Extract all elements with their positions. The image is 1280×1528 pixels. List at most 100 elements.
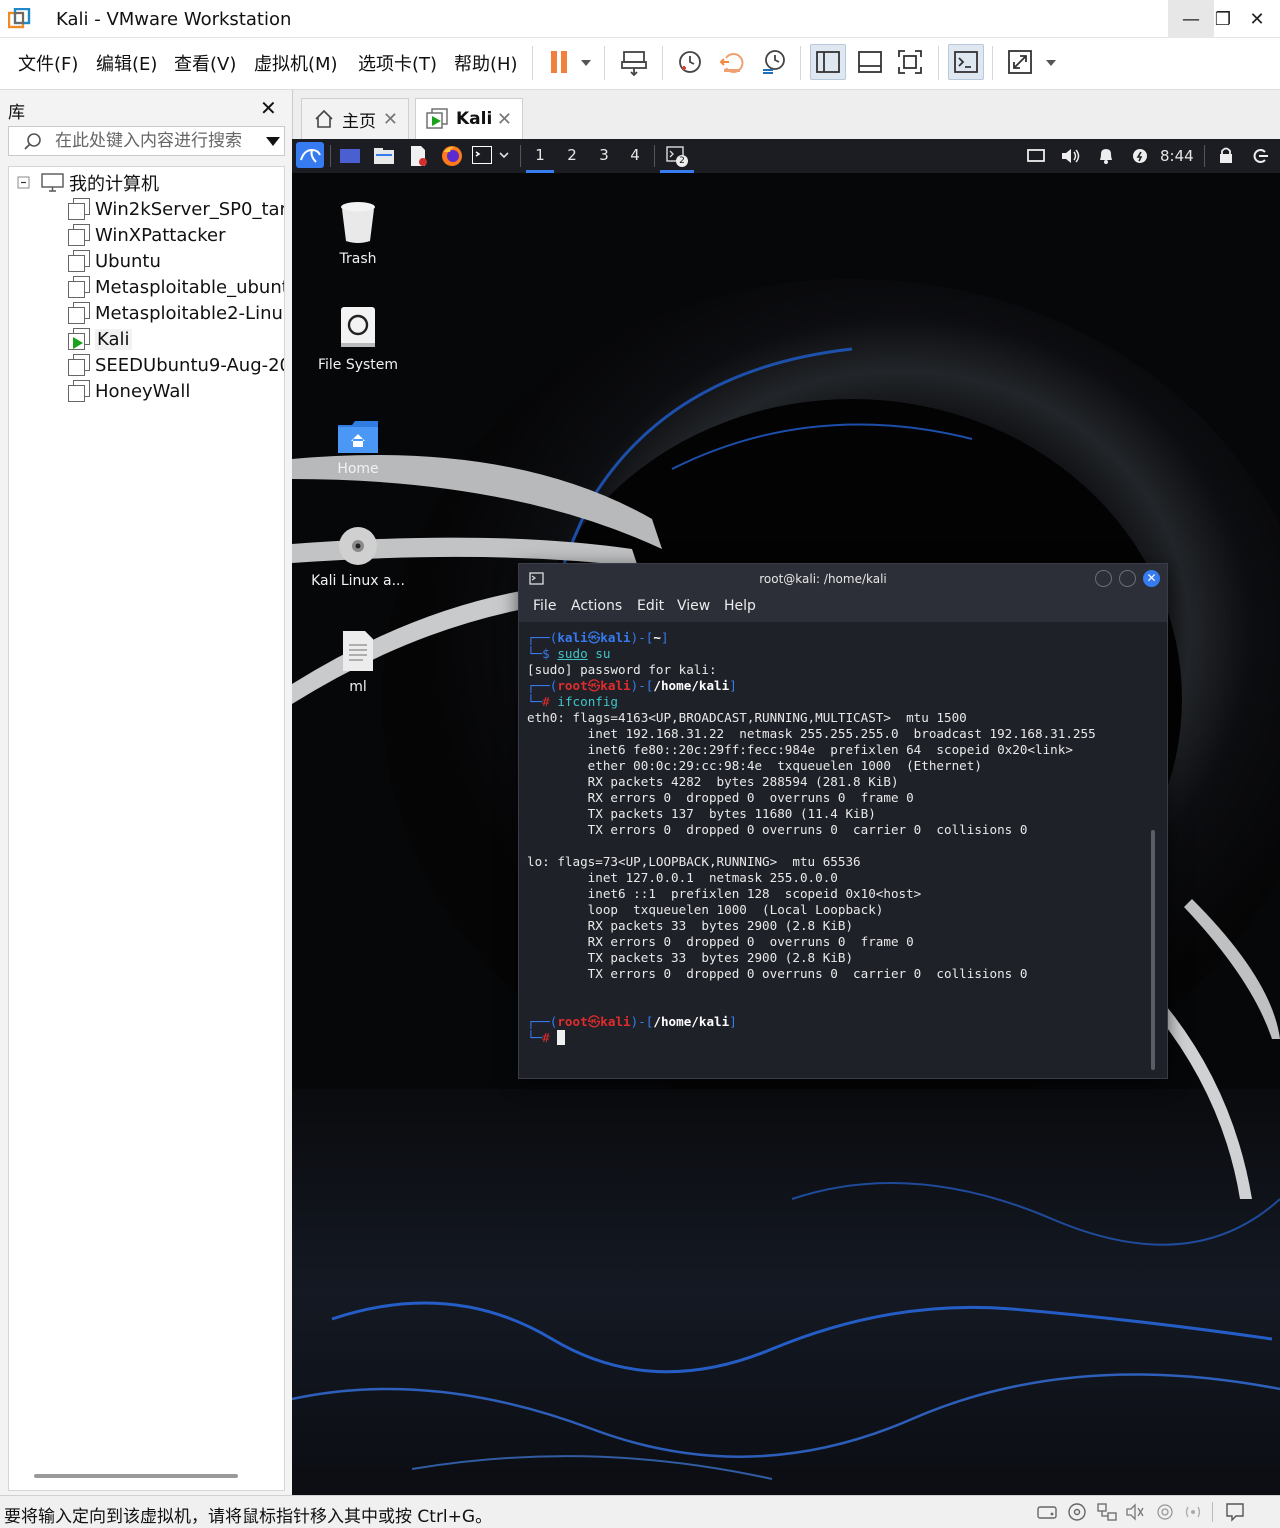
command: sudo xyxy=(557,646,588,661)
taskbar-terminal-button[interactable]: 2 xyxy=(660,143,694,173)
vm-label: Win2kServer_SP0_targ xyxy=(95,198,285,220)
library-close-button[interactable]: ✕ xyxy=(260,96,277,120)
desktop-icon-trash[interactable]: Trash xyxy=(303,199,413,267)
file-manager-icon[interactable] xyxy=(372,144,396,168)
vm-item-running[interactable]: Kali xyxy=(67,327,132,351)
chevron-down-icon[interactable] xyxy=(265,135,281,147)
kali-menu-icon[interactable] xyxy=(296,142,324,168)
terminal-launcher-icon[interactable] xyxy=(470,144,514,168)
output-line: TX packets 33 bytes 2900 (2.8 KiB) xyxy=(527,950,854,965)
text-file-icon xyxy=(343,631,373,671)
terminal-menu-actions[interactable]: Actions xyxy=(571,598,622,614)
desktop-icon-filesystem[interactable]: File System xyxy=(303,305,413,373)
horizontal-scrollbar[interactable] xyxy=(34,1474,238,1478)
power-manager-icon[interactable] xyxy=(1130,144,1150,168)
tree-root-my-computer[interactable]: 我的计算机 xyxy=(17,171,159,195)
vm-item[interactable]: Metasploitable_ubunt xyxy=(67,275,285,299)
tab-home[interactable]: 主页 ✕ xyxy=(301,98,409,139)
vm-item[interactable]: Metasploitable2-Linu xyxy=(67,301,283,325)
input-line[interactable]: └─# xyxy=(527,1030,566,1046)
terminal-maximize-button[interactable] xyxy=(1119,570,1136,587)
vm-item[interactable]: SEEDUbuntu9-Aug-20 xyxy=(67,353,284,377)
thumbnail-layout-icon xyxy=(858,51,882,73)
close-button[interactable]: ✕ xyxy=(1234,0,1280,38)
workspace-4[interactable]: 4 xyxy=(621,145,649,173)
message-log-icon[interactable] xyxy=(1224,1502,1246,1522)
terminal-menu-edit[interactable]: Edit xyxy=(637,598,664,614)
network-adapter-icon[interactable] xyxy=(1096,1502,1118,1522)
notifications-bell-icon[interactable] xyxy=(1096,144,1116,168)
display-icon[interactable] xyxy=(1026,144,1046,168)
snapshot-manager-button[interactable] xyxy=(756,44,792,80)
terminal-minimize-button[interactable] xyxy=(1095,570,1112,587)
terminal-scrollbar[interactable] xyxy=(1151,830,1155,1070)
toolbar-separator xyxy=(992,46,993,80)
menu-tabs[interactable]: 选项卡(T) xyxy=(358,50,437,76)
vm-icon xyxy=(67,250,90,272)
menu-help[interactable]: 帮助(H) xyxy=(454,50,518,76)
search-input[interactable] xyxy=(55,129,265,153)
cd-dvd-icon[interactable] xyxy=(1066,1502,1088,1522)
toolbar-separator xyxy=(800,46,801,80)
logout-icon[interactable] xyxy=(1250,144,1270,168)
terminal-close-button[interactable]: ✕ xyxy=(1143,570,1160,587)
vm-item[interactable]: Ubuntu xyxy=(67,249,161,273)
tab-close-icon[interactable]: ✕ xyxy=(497,109,512,130)
tab-kali[interactable]: Kali ✕ xyxy=(415,98,523,139)
kali-top-panel: 1 2 3 4 2 8:44 xyxy=(292,139,1280,173)
send-ctrl-alt-del-button[interactable] xyxy=(616,44,652,80)
terminal-output[interactable]: ┌──(kali㉿kali)-[~] └─$ sudo su [sudo] pa… xyxy=(519,622,1167,1078)
vm-item[interactable]: HoneyWall xyxy=(67,379,190,403)
show-desktop-icon[interactable] xyxy=(338,144,362,168)
vm-display[interactable]: 1 2 3 4 2 8:44 Trash File System Home Ka… xyxy=(292,139,1280,1495)
panel-separator xyxy=(520,145,521,167)
keyboard-send-icon xyxy=(621,51,647,76)
terminal-menu-help[interactable]: Help xyxy=(724,598,756,614)
workspace-3[interactable]: 3 xyxy=(590,145,618,173)
panel-clock[interactable]: 8:44 xyxy=(1160,147,1194,165)
library-title: 库 xyxy=(8,103,25,123)
vm-item[interactable]: WinXPattacker xyxy=(67,223,226,247)
terminal-menu-view[interactable]: View xyxy=(677,598,710,614)
stretch-guest-button[interactable] xyxy=(1004,44,1060,80)
sound-card-icon[interactable] xyxy=(1124,1502,1146,1522)
collapse-icon[interactable] xyxy=(17,176,31,190)
terminal-titlebar[interactable]: root@kali: /home/kali ✕ xyxy=(519,564,1167,594)
command-arg: su xyxy=(595,646,611,661)
show-library-button[interactable] xyxy=(810,44,846,80)
prompt-at: ㉿ xyxy=(587,1014,601,1029)
menu-view[interactable]: 查看(V) xyxy=(174,50,236,76)
text-editor-icon[interactable] xyxy=(406,144,430,168)
menu-file[interactable]: 文件(F) xyxy=(18,50,78,76)
lock-screen-icon[interactable] xyxy=(1216,144,1236,168)
pause-button[interactable] xyxy=(540,44,596,80)
desktop-icon-ml-file[interactable]: ml xyxy=(303,629,413,695)
hard-disk-icon[interactable] xyxy=(1036,1502,1058,1522)
tab-close-icon[interactable]: ✕ xyxy=(383,109,398,130)
terminal-menu-file[interactable]: File xyxy=(533,598,556,614)
volume-icon[interactable] xyxy=(1060,144,1082,168)
menu-edit[interactable]: 编辑(E) xyxy=(96,50,157,76)
prompt-path: /home/kali xyxy=(653,1014,730,1029)
console-view-button[interactable] xyxy=(948,44,984,80)
wireless-icon[interactable] xyxy=(1182,1502,1204,1522)
workspace-1[interactable]: 1 xyxy=(526,145,554,173)
take-snapshot-button[interactable] xyxy=(672,44,708,80)
thumbnail-bar-button[interactable] xyxy=(852,44,888,80)
output-line: lo: flags=73<UP,LOOPBACK,RUNNING> mtu 65… xyxy=(527,854,861,869)
desktop-icon-home[interactable]: Home xyxy=(303,419,413,477)
terminal-window[interactable]: root@kali: /home/kali ✕ File Actions Edi… xyxy=(518,563,1168,1079)
desktop-icon-label: ml xyxy=(349,679,367,695)
terminal-cursor xyxy=(557,1030,566,1045)
firefox-icon[interactable] xyxy=(440,144,464,168)
revert-snapshot-button[interactable] xyxy=(714,44,750,80)
menu-vm[interactable]: 虚拟机(M) xyxy=(254,50,338,76)
usb-controller-icon[interactable] xyxy=(1154,1502,1176,1522)
vm-label: Metasploitable_ubunt xyxy=(95,276,285,298)
vm-item[interactable]: Win2kServer_SP0_targ xyxy=(67,197,285,221)
library-search[interactable] xyxy=(8,126,285,156)
workspace-2[interactable]: 2 xyxy=(558,145,586,173)
full-screen-button[interactable] xyxy=(892,44,928,80)
output-line: RX packets 33 bytes 2900 (2.8 KiB) xyxy=(527,918,854,933)
desktop-icon-kali-disc[interactable]: Kali Linux a... xyxy=(303,525,413,589)
